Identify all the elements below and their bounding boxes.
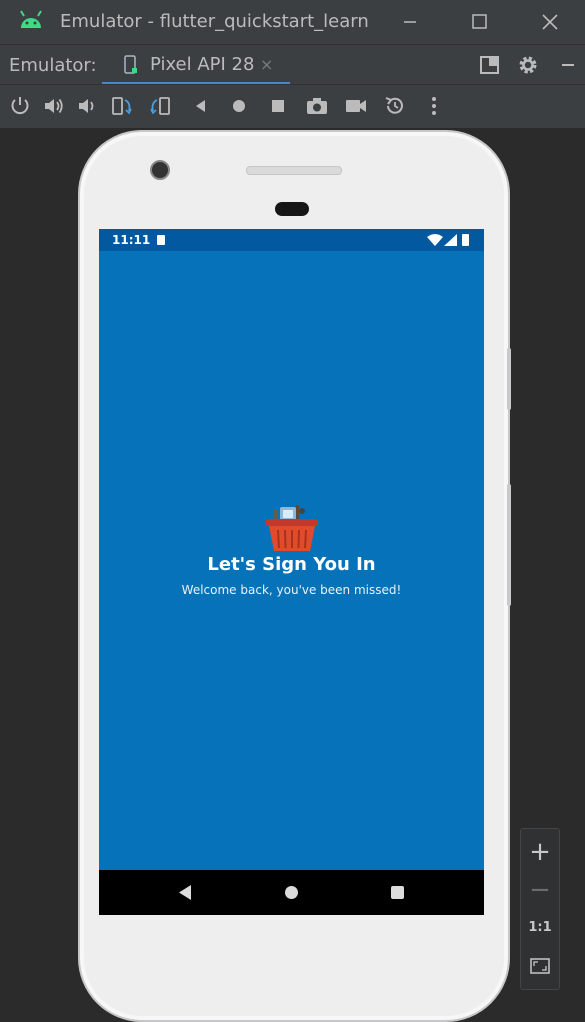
android-icon (20, 10, 42, 28)
more-icon[interactable] (422, 95, 446, 117)
volume-up-icon[interactable] (42, 95, 66, 117)
window-title: Emulator - flutter_quickstart_learn (60, 11, 369, 32)
status-time: 11:11 (112, 233, 151, 247)
emulator-tab-bar: Emulator: Pixel API 28 × (0, 44, 585, 85)
fit-screen-icon (530, 958, 550, 974)
device-icon (124, 55, 137, 74)
rotate-right-icon[interactable] (148, 95, 172, 117)
wifi-icon (427, 234, 443, 246)
overview-icon[interactable] (266, 95, 290, 117)
window-title-bar: Emulator - flutter_quickstart_learn (0, 0, 585, 44)
back-icon[interactable] (188, 95, 212, 117)
earpiece-speaker (246, 166, 342, 175)
volume-down-icon[interactable] (76, 95, 100, 117)
sign-in-heading: Let's Sign You In (207, 554, 376, 575)
minimize-panel-icon[interactable] (556, 53, 580, 77)
zoom-fit-button[interactable] (521, 947, 559, 985)
rotate-left-icon[interactable] (110, 95, 134, 117)
sd-card-icon (157, 235, 165, 245)
status-bar: 11:11 (99, 229, 484, 251)
nav-recents-icon[interactable] (391, 886, 404, 899)
zoom-actual-size-button[interactable]: 1:1 (521, 909, 559, 947)
signal-icon (444, 234, 457, 246)
maximize-icon[interactable] (463, 8, 495, 36)
power-icon[interactable] (8, 95, 32, 117)
device-screen[interactable]: 11:11 Let's Sign You In Welcome back, yo… (99, 229, 484, 915)
home-icon[interactable] (227, 95, 251, 117)
proximity-sensor (275, 202, 309, 216)
front-camera (150, 160, 170, 180)
screenshot-icon[interactable] (305, 95, 329, 117)
shopping-basket-logo (266, 505, 318, 551)
emulator-label: Emulator: (9, 55, 97, 76)
minimize-icon[interactable] (394, 8, 426, 36)
gear-icon[interactable] (516, 53, 540, 77)
battery-icon (462, 234, 469, 246)
layout-icon[interactable] (478, 53, 502, 77)
tab-pixel-api-28[interactable]: Pixel API 28 × (102, 45, 290, 85)
zoom-out-button[interactable]: − (521, 871, 559, 909)
zoom-in-button[interactable]: + (521, 833, 559, 871)
nav-home-icon[interactable] (285, 886, 298, 899)
screen-record-icon[interactable] (344, 95, 368, 117)
close-icon[interactable] (534, 8, 566, 36)
android-nav-bar (99, 870, 484, 915)
nav-back-icon[interactable] (177, 884, 193, 901)
tab-label: Pixel API 28 (150, 54, 255, 75)
volume-side-button (507, 484, 511, 606)
tab-close-button[interactable]: × (260, 55, 273, 74)
zoom-controls: + − 1:1 (520, 828, 560, 990)
power-side-button (507, 348, 511, 410)
sign-in-subheading: Welcome back, you've been missed! (181, 583, 402, 597)
emulator-toolbar (0, 84, 585, 129)
snapshot-icon[interactable] (383, 95, 407, 117)
